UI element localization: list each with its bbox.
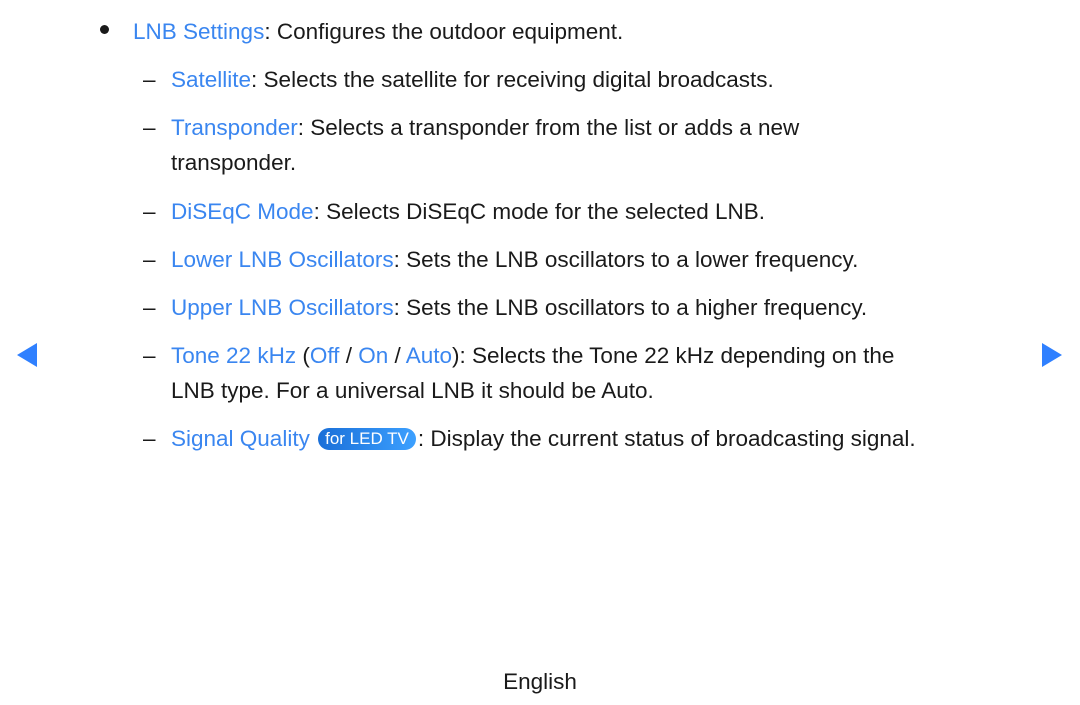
- separator: /: [388, 343, 406, 368]
- signal-quality-term: Signal Quality: [171, 426, 310, 451]
- upper-lnb-line: Upper LNB Oscillators: Sets the LNB osci…: [171, 294, 867, 322]
- dash: –: [143, 343, 156, 368]
- tone-term: Tone 22 kHz: [171, 343, 297, 368]
- dash: –: [143, 199, 156, 224]
- upper-lnb-desc: : Sets the LNB oscillators to a higher f…: [393, 295, 868, 320]
- tone-option-off: Off: [309, 343, 340, 368]
- transponder-term: Transponder: [171, 115, 298, 140]
- lower-lnb-term: Lower LNB Oscillators: [171, 247, 394, 272]
- bullet-icon: [100, 25, 109, 34]
- previous-page-arrow-icon[interactable]: [17, 343, 37, 367]
- lnb-settings-line: LNB Settings: Configures the outdoor equ…: [133, 18, 623, 46]
- satellite-term: Satellite: [171, 67, 252, 92]
- dash: –: [143, 115, 156, 140]
- footer-language: English: [503, 669, 577, 694]
- upper-lnb-term: Upper LNB Oscillators: [171, 295, 394, 320]
- lower-lnb-line: Lower LNB Oscillators: Sets the LNB osci…: [171, 246, 858, 274]
- tone-option-auto: Auto: [405, 343, 453, 368]
- diseqc-desc: : Selects DiSEqC mode for the selected L…: [313, 199, 766, 224]
- lnb-settings-term: LNB Settings: [133, 19, 265, 44]
- diseqc-line: DiSEqC Mode: Selects DiSEqC mode for the…: [171, 198, 765, 226]
- transponder-line: Transponder: Selects a transponder from …: [171, 114, 799, 142]
- dash: –: [143, 426, 156, 451]
- satellite-desc: : Selects the satellite for receiving di…: [251, 67, 774, 92]
- separator: /: [339, 343, 359, 368]
- dash: –: [143, 247, 156, 272]
- transponder-line-2: transponder.: [171, 150, 297, 175]
- tone-line: Tone 22 kHz (Off / On / Auto): Selects t…: [171, 342, 894, 370]
- tone-option-on: On: [358, 343, 389, 368]
- signal-quality-desc: : Display the current status of broadcas…: [417, 426, 916, 451]
- lnb-settings-desc: : Configures the outdoor equipment.: [264, 19, 624, 44]
- signal-quality-line: Signal Quality for LED TV: Display the c…: [171, 425, 916, 453]
- diseqc-term: DiSEqC Mode: [171, 199, 314, 224]
- tone-line-2: LNB type. For a universal LNB it should …: [171, 378, 654, 403]
- dash: –: [143, 67, 156, 92]
- dash: –: [143, 295, 156, 320]
- tone-desc: ): Selects the Tone 22 kHz depending on …: [452, 343, 895, 368]
- transponder-desc: : Selects a transponder from the list or…: [297, 115, 800, 140]
- satellite-line: Satellite: Selects the satellite for rec…: [171, 66, 774, 94]
- next-page-arrow-icon[interactable]: [1042, 343, 1062, 367]
- paren-open: (: [296, 343, 310, 368]
- for-led-tv-badge: for LED TV: [318, 428, 416, 450]
- lower-lnb-desc: : Sets the LNB oscillators to a lower fr…: [393, 247, 859, 272]
